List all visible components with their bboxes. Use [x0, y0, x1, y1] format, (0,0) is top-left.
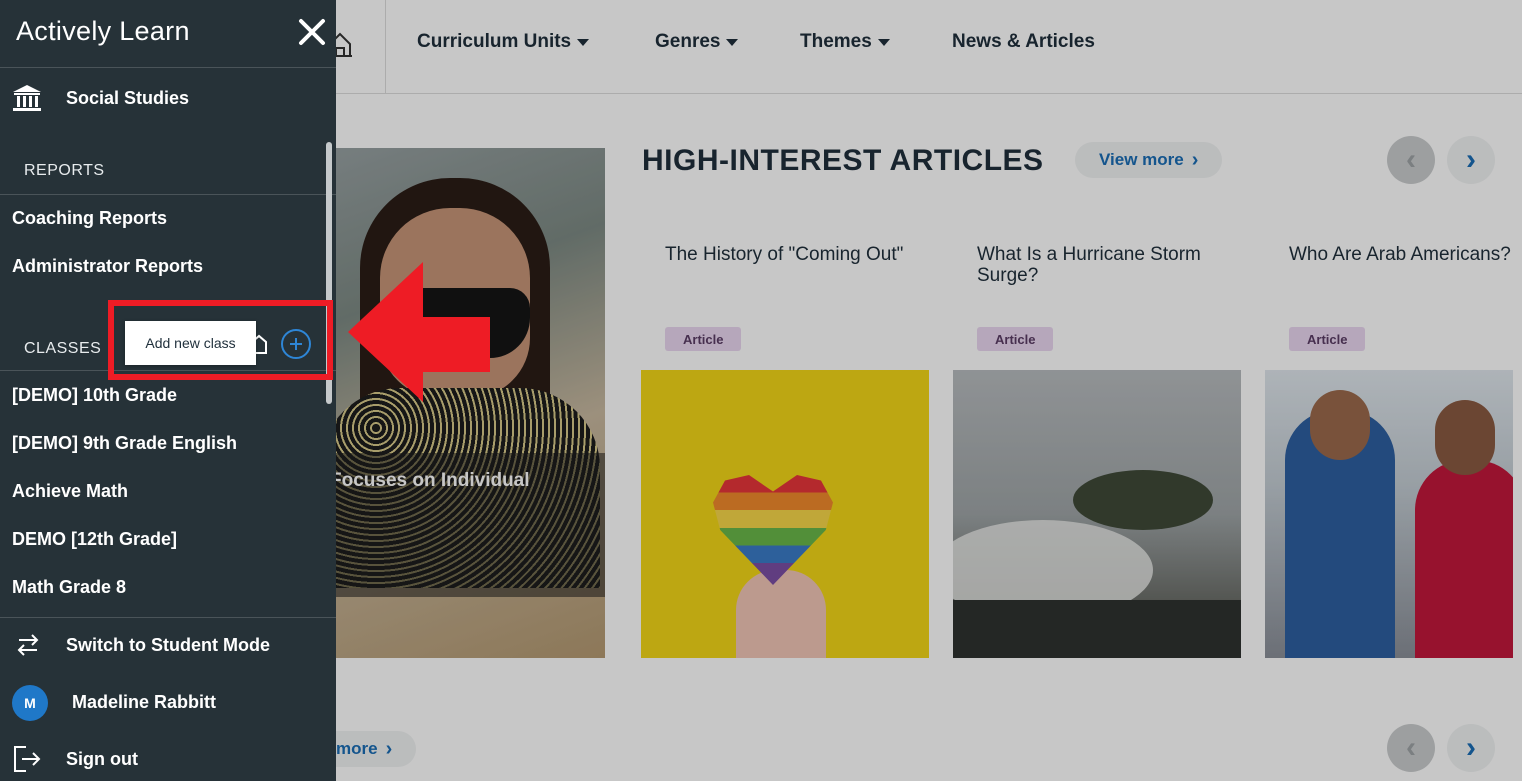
class-item[interactable]: [DEMO] 9th Grade English: [12, 433, 237, 454]
highlight-annotation-box: [108, 300, 333, 380]
divider: [0, 617, 336, 618]
divider: [0, 194, 336, 195]
switch-student-mode-button[interactable]: Switch to Student Mode: [66, 635, 270, 656]
sign-out-button[interactable]: Sign out: [66, 749, 138, 770]
class-item[interactable]: DEMO [12th Grade]: [12, 529, 177, 550]
side-drawer: Actively Learn Social Studies REPORTS Co…: [0, 0, 336, 781]
swap-icon: [17, 634, 39, 656]
class-item[interactable]: Math Grade 8: [12, 577, 126, 598]
avatar[interactable]: M: [12, 685, 48, 721]
classes-heading: CLASSES: [24, 340, 102, 357]
sign-out-icon: [14, 746, 41, 772]
red-arrow-annotation-icon: [348, 262, 490, 402]
user-name[interactable]: Madeline Rabbitt: [72, 692, 216, 713]
class-item[interactable]: [DEMO] 10th Grade: [12, 385, 177, 406]
reports-heading: REPORTS: [24, 162, 105, 179]
subject-social-studies[interactable]: Social Studies: [66, 88, 189, 109]
administrator-reports-link[interactable]: Administrator Reports: [12, 256, 203, 277]
coaching-reports-link[interactable]: Coaching Reports: [12, 208, 167, 229]
class-item[interactable]: Achieve Math: [12, 481, 128, 502]
close-icon[interactable]: [294, 14, 330, 50]
app-logo: Actively Learn: [16, 16, 190, 46]
divider: [0, 67, 336, 68]
institution-icon: [13, 85, 41, 111]
